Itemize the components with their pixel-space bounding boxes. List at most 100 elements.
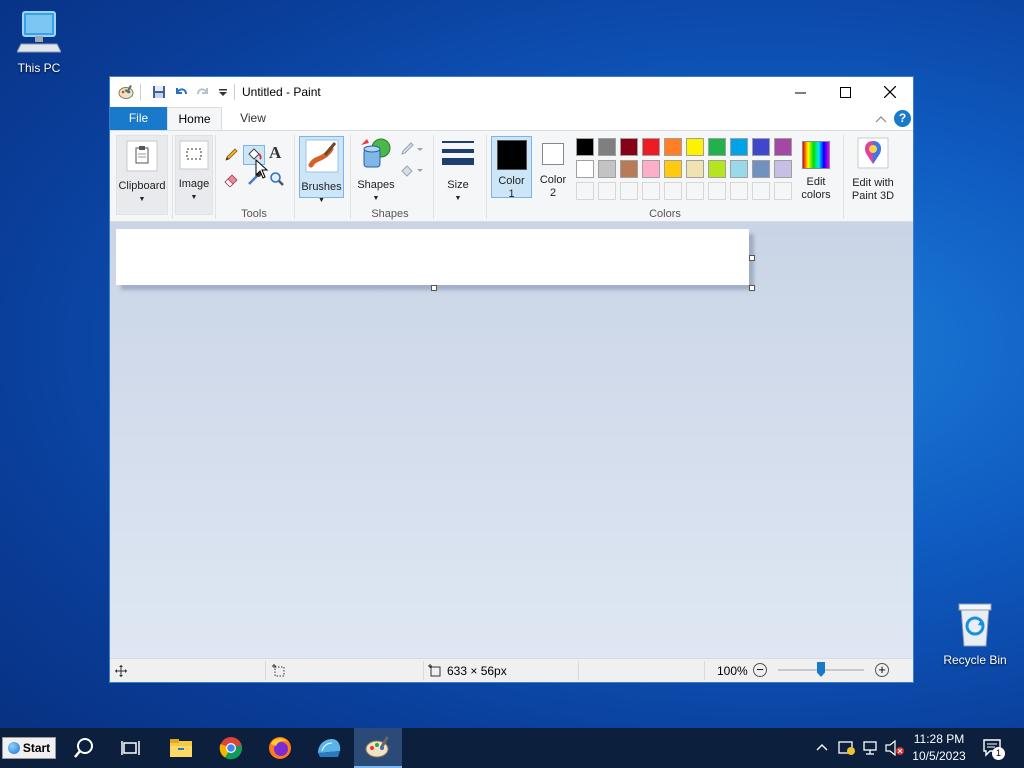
brushes-button[interactable]: Brushes ▼ (299, 136, 344, 204)
palette-custom-slot[interactable] (686, 182, 704, 200)
palette-custom-slot[interactable] (598, 182, 616, 200)
ribbon-tabs: File Home View ? (110, 107, 913, 130)
palette-color-swatch[interactable] (576, 138, 594, 156)
taskbar-task-view[interactable] (107, 728, 155, 768)
resize-handle-right[interactable] (749, 255, 755, 261)
action-center-button[interactable]: 1 (980, 736, 1006, 760)
palette-color-swatch[interactable] (730, 138, 748, 156)
start-button[interactable]: Start (2, 737, 56, 759)
color1-button[interactable]: Color 1 (491, 136, 532, 200)
magnifier-icon[interactable] (269, 171, 285, 187)
redo-icon[interactable] (195, 84, 211, 100)
edit-colors-button[interactable]: Edit colors (796, 135, 836, 202)
drawing-canvas[interactable] (116, 229, 749, 285)
text-tool-button[interactable]: A (269, 143, 281, 163)
customize-quick-access-icon[interactable] (215, 84, 231, 100)
this-pc-label: This PC (17, 61, 61, 75)
status-divider (704, 661, 705, 680)
status-divider (578, 661, 579, 680)
palette-custom-slot[interactable] (708, 182, 726, 200)
palette-custom-slot[interactable] (664, 182, 682, 200)
palette-color-swatch[interactable] (598, 138, 616, 156)
taskbar-firefox[interactable] (256, 728, 304, 768)
zoom-out-icon: − (756, 662, 764, 677)
network-tray-icon[interactable] (862, 740, 880, 756)
status-bar: 633 × 56px 100% − + (110, 658, 913, 682)
palette-color-swatch[interactable] (752, 160, 770, 178)
volume-muted-tray-icon[interactable] (885, 740, 905, 756)
palette-color-swatch[interactable] (576, 160, 594, 178)
palette-color-swatch[interactable] (620, 138, 638, 156)
palette-color-swatch[interactable] (774, 138, 792, 156)
help-button[interactable]: ? (894, 110, 911, 127)
eraser-icon[interactable] (223, 171, 239, 187)
taskbar-paint[interactable] (354, 728, 402, 768)
edit-with-paint3d-button[interactable]: Edit with Paint 3D (847, 135, 899, 203)
taskbar-clock[interactable]: 11:28 PM 10/5/2023 (908, 731, 970, 765)
tab-file[interactable]: File (110, 107, 167, 130)
clipboard-button[interactable]: Clipboard ▼ (116, 135, 168, 215)
clock-date: 10/5/2023 (912, 749, 966, 763)
maximize-button[interactable] (822, 77, 868, 107)
recycle-bin-desktop-icon[interactable]: Recycle Bin (940, 600, 1010, 667)
palette-color-swatch[interactable] (642, 160, 660, 178)
paint-window: Untitled - Paint File Home View ? Clipbo… (109, 76, 914, 683)
paint-app-icon[interactable] (118, 84, 134, 100)
resize-handle-bottom[interactable] (431, 285, 437, 291)
tab-view[interactable]: View (228, 107, 278, 130)
palette-color-swatch[interactable] (664, 138, 682, 156)
palette-color-swatch[interactable] (642, 138, 660, 156)
fill-icon[interactable] (399, 162, 423, 178)
palette-custom-slot[interactable] (576, 182, 594, 200)
zoom-slider-thumb[interactable] (817, 662, 825, 677)
palette-custom-slot[interactable] (752, 182, 770, 200)
palette-color-swatch[interactable] (620, 160, 638, 178)
zoom-in-button[interactable]: + (875, 663, 889, 677)
taskbar-search[interactable] (60, 728, 108, 768)
this-pc-desktop-icon[interactable]: This PC (4, 10, 74, 75)
palette-color-swatch[interactable] (708, 160, 726, 178)
palette-custom-slot[interactable] (620, 182, 638, 200)
close-button[interactable] (867, 77, 913, 107)
undo-icon[interactable] (173, 84, 189, 100)
palette-color-swatch[interactable] (686, 160, 704, 178)
taskbar: Start 11:28 PM 10/5/2023 1 (0, 728, 1024, 768)
mouse-cursor-icon (255, 159, 269, 179)
palette-color-swatch[interactable] (686, 138, 704, 156)
resize-handle-corner[interactable] (749, 285, 755, 291)
status-divider (423, 661, 424, 680)
show-hidden-icons-icon[interactable] (816, 742, 828, 752)
palette-color-swatch[interactable] (774, 160, 792, 178)
palette-custom-slot[interactable] (642, 182, 660, 200)
tab-home[interactable]: Home (167, 107, 222, 130)
paint3d-label-line1: Edit with (852, 177, 894, 189)
palette-color-swatch[interactable] (708, 138, 726, 156)
size-button[interactable]: Size ▼ (439, 135, 477, 205)
palette-custom-slot[interactable] (774, 182, 792, 200)
palette-color-swatch[interactable] (664, 160, 682, 178)
security-tray-icon[interactable] (838, 740, 856, 756)
save-icon[interactable] (151, 84, 167, 100)
tools-group-label: Tools (241, 208, 267, 220)
outline-icon[interactable] (399, 141, 423, 157)
minimize-button[interactable] (777, 77, 823, 107)
collapse-ribbon-icon[interactable] (875, 114, 887, 124)
canvas-area[interactable] (110, 222, 913, 658)
palette-color-swatch[interactable] (752, 138, 770, 156)
windows-logo-icon (7, 742, 20, 754)
taskbar-chrome[interactable] (207, 728, 255, 768)
edit-colors-label-line1: Edit (806, 176, 826, 188)
minimize-icon (794, 92, 806, 93)
shapes-button[interactable]: Shapes ▼ (355, 135, 397, 205)
image-button[interactable]: Image ▼ (175, 135, 213, 215)
shapes-label: Shapes (357, 179, 395, 191)
palette-custom-slot[interactable] (730, 182, 748, 200)
recycle-bin-label: Recycle Bin (943, 653, 1007, 667)
taskbar-app-shell[interactable] (305, 728, 353, 768)
color2-button[interactable]: Color 2 (535, 135, 571, 200)
taskbar-file-explorer[interactable] (157, 728, 205, 768)
pencil-icon[interactable] (223, 147, 239, 163)
palette-color-swatch[interactable] (730, 160, 748, 178)
palette-color-swatch[interactable] (598, 160, 616, 178)
zoom-out-button[interactable]: − (753, 663, 767, 677)
